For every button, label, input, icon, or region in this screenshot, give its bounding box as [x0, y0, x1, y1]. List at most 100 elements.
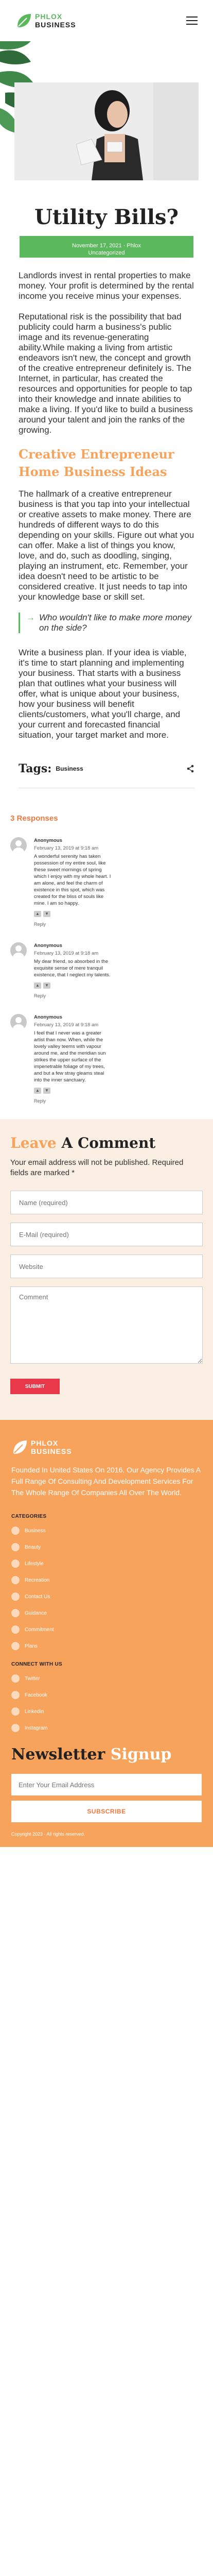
- category-item[interactable]: Recreation: [11, 1576, 202, 1584]
- category-item[interactable]: Business: [11, 1527, 202, 1535]
- logo-line-1: PHLOX: [35, 12, 63, 21]
- category-label: Commitment: [25, 1626, 54, 1633]
- footer-logo[interactable]: PHLOX BUSINESS: [11, 1438, 202, 1456]
- social-link-twitter[interactable]: Twitter: [11, 1674, 202, 1683]
- site-footer: PHLOX BUSINESS Founded In United States …: [0, 1420, 213, 1847]
- social-label: Instagram: [25, 1725, 48, 1731]
- category-icon: [11, 1592, 20, 1601]
- subscribe-button[interactable]: SUBSCRIBE: [11, 1801, 202, 1822]
- category-icon: [11, 1560, 20, 1568]
- twitter-icon: [11, 1674, 20, 1683]
- avatar: [10, 837, 27, 854]
- newsletter-email-input[interactable]: [11, 1774, 202, 1795]
- facebook-icon: [11, 1691, 20, 1699]
- categories-heading: CATEGORIES: [11, 1514, 47, 1519]
- submit-button[interactable]: SUBMIT: [10, 1379, 60, 1394]
- social-link-linkedin[interactable]: Linkedin: [11, 1707, 202, 1716]
- category-item[interactable]: Contact Us: [11, 1592, 202, 1601]
- quote-text: Who wouldn't like to make more money on …: [39, 613, 192, 633]
- category-item[interactable]: Commitment: [11, 1625, 202, 1634]
- comment-date: February 13, 2019 at 9:18 am: [34, 1022, 99, 1028]
- category-label: Contact Us: [25, 1594, 50, 1600]
- comment-text: I feel that I never was a greater artist…: [34, 1030, 106, 1083]
- leaf-logo-icon: [13, 1440, 27, 1454]
- category-label: Lifestyle: [25, 1561, 44, 1567]
- reply-link[interactable]: Reply: [34, 993, 203, 999]
- post-date-author[interactable]: November 17, 2021 · Phlox: [20, 242, 193, 249]
- comment-date: February 13, 2019 at 9:18 am: [34, 951, 99, 956]
- social-label: Twitter: [25, 1675, 40, 1682]
- category-item[interactable]: Lifestyle: [11, 1560, 202, 1568]
- leaf-logo-icon: [17, 14, 31, 27]
- required-fields-note: Your email address will not be published…: [10, 1158, 184, 1177]
- pull-quote: → Who wouldn't like to make more money o…: [19, 613, 194, 633]
- site-logo[interactable]: PHLOX BUSINESS: [15, 12, 76, 29]
- tag-link[interactable]: Business: [56, 765, 83, 772]
- reply-link[interactable]: Reply: [34, 1098, 203, 1105]
- site-header: PHLOX BUSINESS: [0, 0, 213, 41]
- thumbs-down-icon[interactable]: ▼: [43, 982, 50, 989]
- leave-comment-title: Leave A Comment: [10, 1134, 203, 1151]
- social-link-facebook[interactable]: Facebook: [11, 1691, 202, 1699]
- category-icon: [11, 1527, 20, 1535]
- comment-text: My dear friend, so absorbed in the exqui…: [34, 959, 111, 978]
- connect-heading: CONNECT WITH US: [11, 1662, 62, 1667]
- comment-author: Anonymous: [34, 943, 62, 948]
- email-field[interactable]: [10, 1223, 203, 1246]
- comment-item: Anonymous February 13, 2019 at 9:18 am A…: [10, 837, 203, 928]
- share-icon[interactable]: [186, 765, 194, 773]
- social-label: Facebook: [25, 1692, 47, 1698]
- section-heading: Creative Entrepreneur Home Business Idea…: [19, 447, 174, 479]
- comments-count-title: 3 Responses: [10, 814, 58, 823]
- newsletter-title: Newsletter Signup: [11, 1745, 202, 1764]
- paragraph: The hallmark of a creative entrepreneur …: [19, 489, 194, 602]
- comment-date: February 13, 2019 at 9:18 am: [34, 845, 99, 851]
- category-icon: [11, 1642, 20, 1650]
- logo-text: PHLOX BUSINESS: [31, 1439, 72, 1455]
- thumbs-down-icon[interactable]: ▼: [43, 1088, 50, 1094]
- category-item[interactable]: Plans: [11, 1642, 202, 1650]
- leave-title-rest: A Comment: [56, 1134, 156, 1151]
- comment-votes: ▲ ▼: [34, 982, 203, 989]
- thumbs-down-icon[interactable]: ▼: [43, 911, 50, 917]
- reply-link[interactable]: Reply: [34, 921, 203, 928]
- category-label: Beauty: [25, 1544, 41, 1550]
- category-icon: [11, 1609, 20, 1617]
- paragraph: Landlords invest in rental properties to…: [19, 270, 194, 301]
- category-item[interactable]: Beauty: [11, 1543, 202, 1551]
- avatar: [10, 942, 27, 959]
- copyright-text: Copyright 2023 · All rights reserved.: [11, 1832, 85, 1837]
- post-featured-image: [14, 82, 199, 180]
- category-label: Plans: [25, 1643, 38, 1649]
- tags-title: Tags:: [19, 762, 52, 775]
- logo-line-2: BUSINESS: [35, 21, 76, 29]
- website-field[interactable]: [10, 1255, 203, 1278]
- woman-holding-bill-illustration: [14, 82, 199, 180]
- logo-line-2: BUSINESS: [31, 1447, 72, 1455]
- comment-author: Anonymous: [34, 838, 62, 843]
- category-icon: [11, 1576, 20, 1584]
- menu-icon[interactable]: [186, 16, 198, 25]
- category-label: Guidance: [25, 1610, 47, 1616]
- post-meta-bar: November 17, 2021 · Phlox Uncategorized: [20, 236, 193, 258]
- logo-text: PHLOX BUSINESS: [35, 12, 76, 29]
- post-category[interactable]: Uncategorized: [20, 249, 193, 257]
- name-field[interactable]: [10, 1191, 203, 1214]
- social-label: Linkedin: [25, 1708, 44, 1715]
- social-link-instagram[interactable]: Instagram: [11, 1724, 202, 1732]
- comment-votes: ▲ ▼: [34, 911, 203, 917]
- newsletter-title-part2: Signup: [110, 1745, 172, 1764]
- category-icon: [11, 1543, 20, 1551]
- thumbs-up-icon[interactable]: ▲: [34, 1088, 41, 1094]
- category-label: Recreation: [25, 1577, 50, 1583]
- paragraph: Write a business plan. If your idea is v…: [19, 648, 187, 740]
- thumbs-up-icon[interactable]: ▲: [34, 911, 41, 917]
- leave-comment-section: Leave A Comment Your email address will …: [0, 1119, 213, 1420]
- arrow-right-icon: →: [26, 613, 35, 622]
- thumbs-up-icon[interactable]: ▲: [34, 982, 41, 989]
- comment-votes: ▲ ▼: [34, 1088, 203, 1094]
- linkedin-icon: [11, 1707, 20, 1716]
- category-item[interactable]: Guidance: [11, 1609, 202, 1617]
- logo-line-1: PHLOX: [31, 1439, 59, 1447]
- comment-textarea[interactable]: [10, 1286, 203, 1364]
